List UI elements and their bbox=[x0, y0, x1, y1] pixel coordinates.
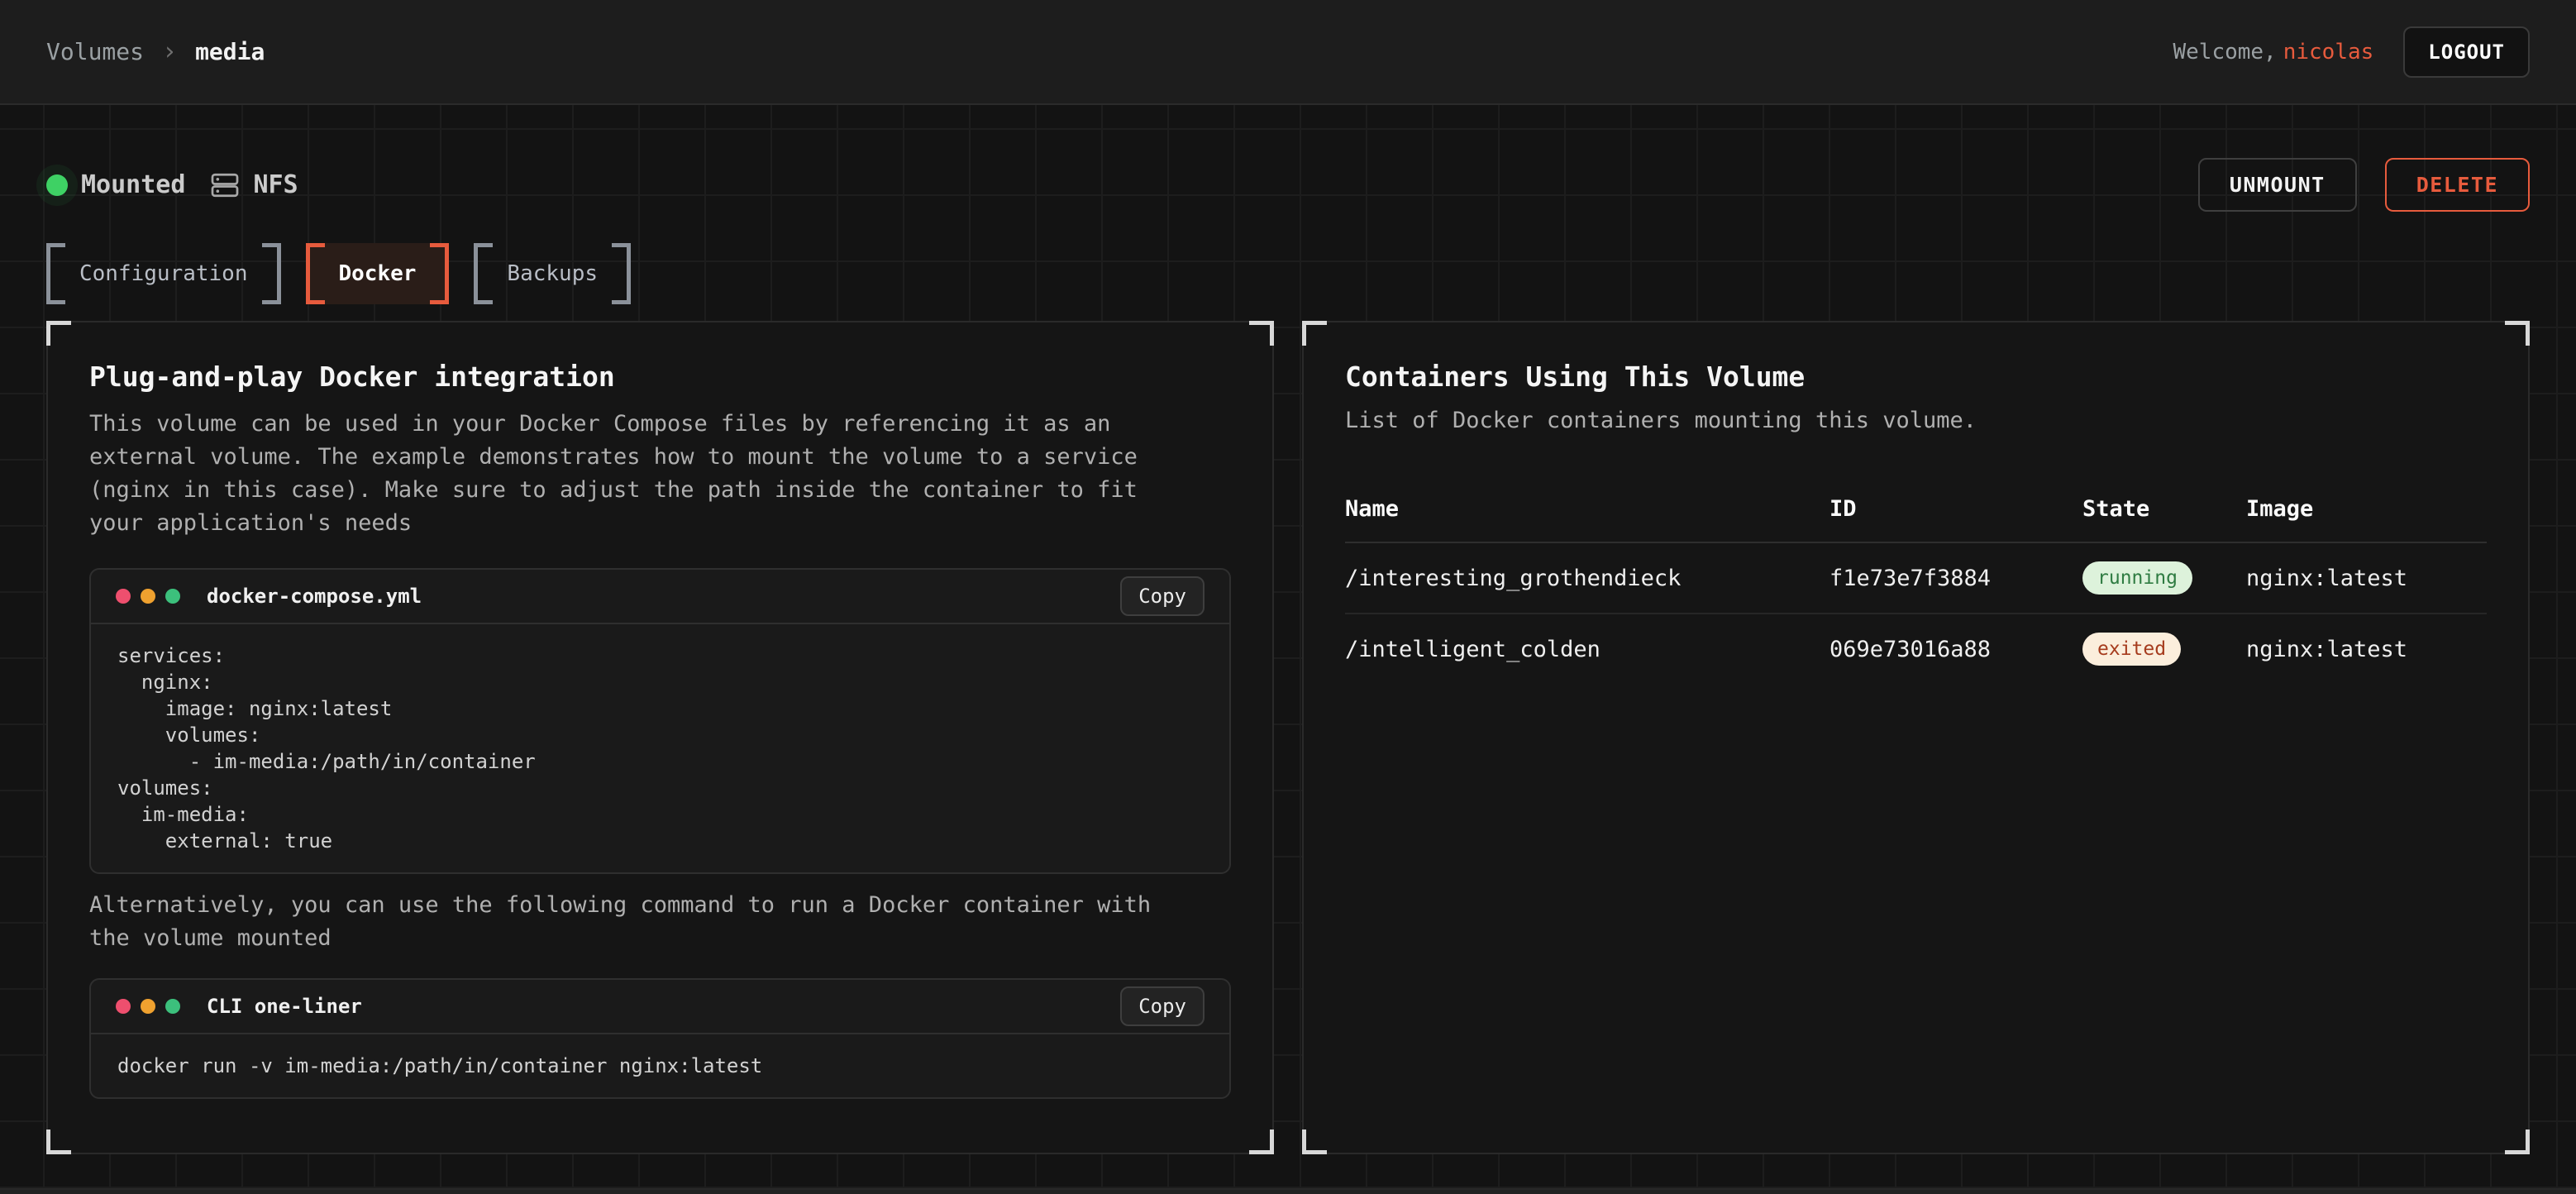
column-header-state: State bbox=[2082, 496, 2246, 542]
container-image: nginx:latest bbox=[2246, 542, 2487, 614]
corner-bracket bbox=[2505, 321, 2530, 346]
server-icon bbox=[210, 170, 240, 200]
container-id: 069e73016a88 bbox=[1829, 614, 2082, 684]
unmount-button[interactable]: UNMOUNT bbox=[2198, 158, 2357, 212]
logout-button[interactable]: LOGOUT bbox=[2403, 26, 2530, 78]
state-badge: exited bbox=[2082, 633, 2181, 666]
volume-actions: UNMOUNT DELETE bbox=[2198, 158, 2530, 212]
username: nicolas bbox=[2283, 40, 2374, 64]
corner-bracket bbox=[1302, 1130, 1327, 1154]
traffic-dot-green bbox=[165, 589, 180, 604]
tab-configuration[interactable]: Configuration bbox=[46, 243, 281, 304]
breadcrumb: Volumes › media bbox=[46, 37, 265, 66]
volume-status-group: Mounted NFS bbox=[46, 170, 298, 200]
fs-type-label: NFS bbox=[253, 170, 298, 199]
copy-compose-button[interactable]: Copy bbox=[1120, 576, 1205, 616]
traffic-dots bbox=[116, 589, 180, 604]
table-header-row: Name ID State Image bbox=[1345, 496, 2487, 542]
table-row: /intelligent_colden 069e73016a88 exited … bbox=[1345, 614, 2487, 684]
column-header-name: Name bbox=[1345, 496, 1829, 542]
containers-panel-subtitle: List of Docker containers mounting this … bbox=[1345, 408, 2487, 433]
column-header-id: ID bbox=[1829, 496, 2082, 542]
traffic-dot-green bbox=[165, 999, 180, 1014]
tab-bar: Configuration Docker Backups bbox=[46, 243, 2530, 304]
main-content: Mounted NFS UNMOUNT DELETE Configuration… bbox=[0, 105, 2576, 1188]
docker-integration-panel: Plug-and-play Docker integration This vo… bbox=[46, 321, 1274, 1154]
container-image: nginx:latest bbox=[2246, 614, 2487, 684]
traffic-dot-red bbox=[116, 999, 131, 1014]
corner-bracket bbox=[1249, 321, 1274, 346]
top-bar: Volumes › media Welcome, nicolas LOGOUT bbox=[0, 0, 2576, 105]
mounted-dot bbox=[46, 174, 68, 196]
traffic-dot-yellow bbox=[141, 999, 155, 1014]
traffic-dots bbox=[116, 999, 180, 1014]
welcome-text: Welcome, nicolas bbox=[2173, 40, 2373, 64]
column-header-image: Image bbox=[2246, 496, 2487, 542]
traffic-dot-yellow bbox=[141, 589, 155, 604]
container-name: /intelligent_colden bbox=[1345, 614, 1829, 684]
breadcrumb-volumes-link[interactable]: Volumes bbox=[46, 38, 144, 65]
delete-button[interactable]: DELETE bbox=[2385, 158, 2530, 212]
cli-filename: CLI one-liner bbox=[207, 995, 362, 1018]
state-badge: running bbox=[2082, 561, 2192, 595]
docker-panel-description: This volume can be used in your Docker C… bbox=[89, 408, 1172, 540]
welcome-prefix: Welcome, bbox=[2173, 40, 2276, 64]
chevron-right-icon: › bbox=[162, 37, 177, 66]
traffic-dot-red bbox=[116, 589, 131, 604]
containers-panel: Containers Using This Volume List of Doc… bbox=[1302, 321, 2530, 1154]
top-bar-right: Welcome, nicolas LOGOUT bbox=[2173, 26, 2530, 78]
panels-row: Plug-and-play Docker integration This vo… bbox=[46, 321, 2530, 1154]
breadcrumb-current-volume: media bbox=[195, 38, 265, 65]
cli-code-block: CLI one-liner Copy docker run -v im-medi… bbox=[89, 978, 1231, 1099]
docker-panel-title: Plug-and-play Docker integration bbox=[89, 361, 1231, 393]
corner-bracket bbox=[46, 1130, 71, 1154]
compose-code: services: nginx: image: nginx:latest vol… bbox=[91, 624, 1229, 872]
container-id: f1e73e7f3884 bbox=[1829, 542, 2082, 614]
status-row: Mounted NFS UNMOUNT DELETE bbox=[46, 105, 2530, 212]
corner-bracket bbox=[1249, 1130, 1274, 1154]
copy-cli-button[interactable]: Copy bbox=[1120, 986, 1205, 1026]
mounted-status-label: Mounted bbox=[81, 170, 185, 199]
containers-table: Name ID State Image /interesting_grothen… bbox=[1345, 496, 2487, 684]
compose-filename: docker-compose.yml bbox=[207, 585, 422, 608]
tab-backups[interactable]: Backups bbox=[474, 243, 631, 304]
cli-code: docker run -v im-media:/path/in/containe… bbox=[91, 1034, 1229, 1097]
container-name: /interesting_grothendieck bbox=[1345, 542, 1829, 614]
containers-panel-title: Containers Using This Volume bbox=[1345, 361, 2487, 393]
corner-bracket bbox=[2505, 1130, 2530, 1154]
corner-bracket bbox=[1302, 321, 1327, 346]
table-row: /interesting_grothendieck f1e73e7f3884 r… bbox=[1345, 542, 2487, 614]
footer-strip bbox=[0, 1188, 2576, 1194]
compose-code-block: docker-compose.yml Copy services: nginx:… bbox=[89, 568, 1231, 874]
cli-alternative-text: Alternatively, you can use the following… bbox=[89, 889, 1172, 955]
cli-code-header: CLI one-liner Copy bbox=[91, 980, 1229, 1034]
corner-bracket bbox=[46, 321, 71, 346]
tab-docker[interactable]: Docker bbox=[306, 243, 450, 304]
compose-code-header: docker-compose.yml Copy bbox=[91, 570, 1229, 624]
